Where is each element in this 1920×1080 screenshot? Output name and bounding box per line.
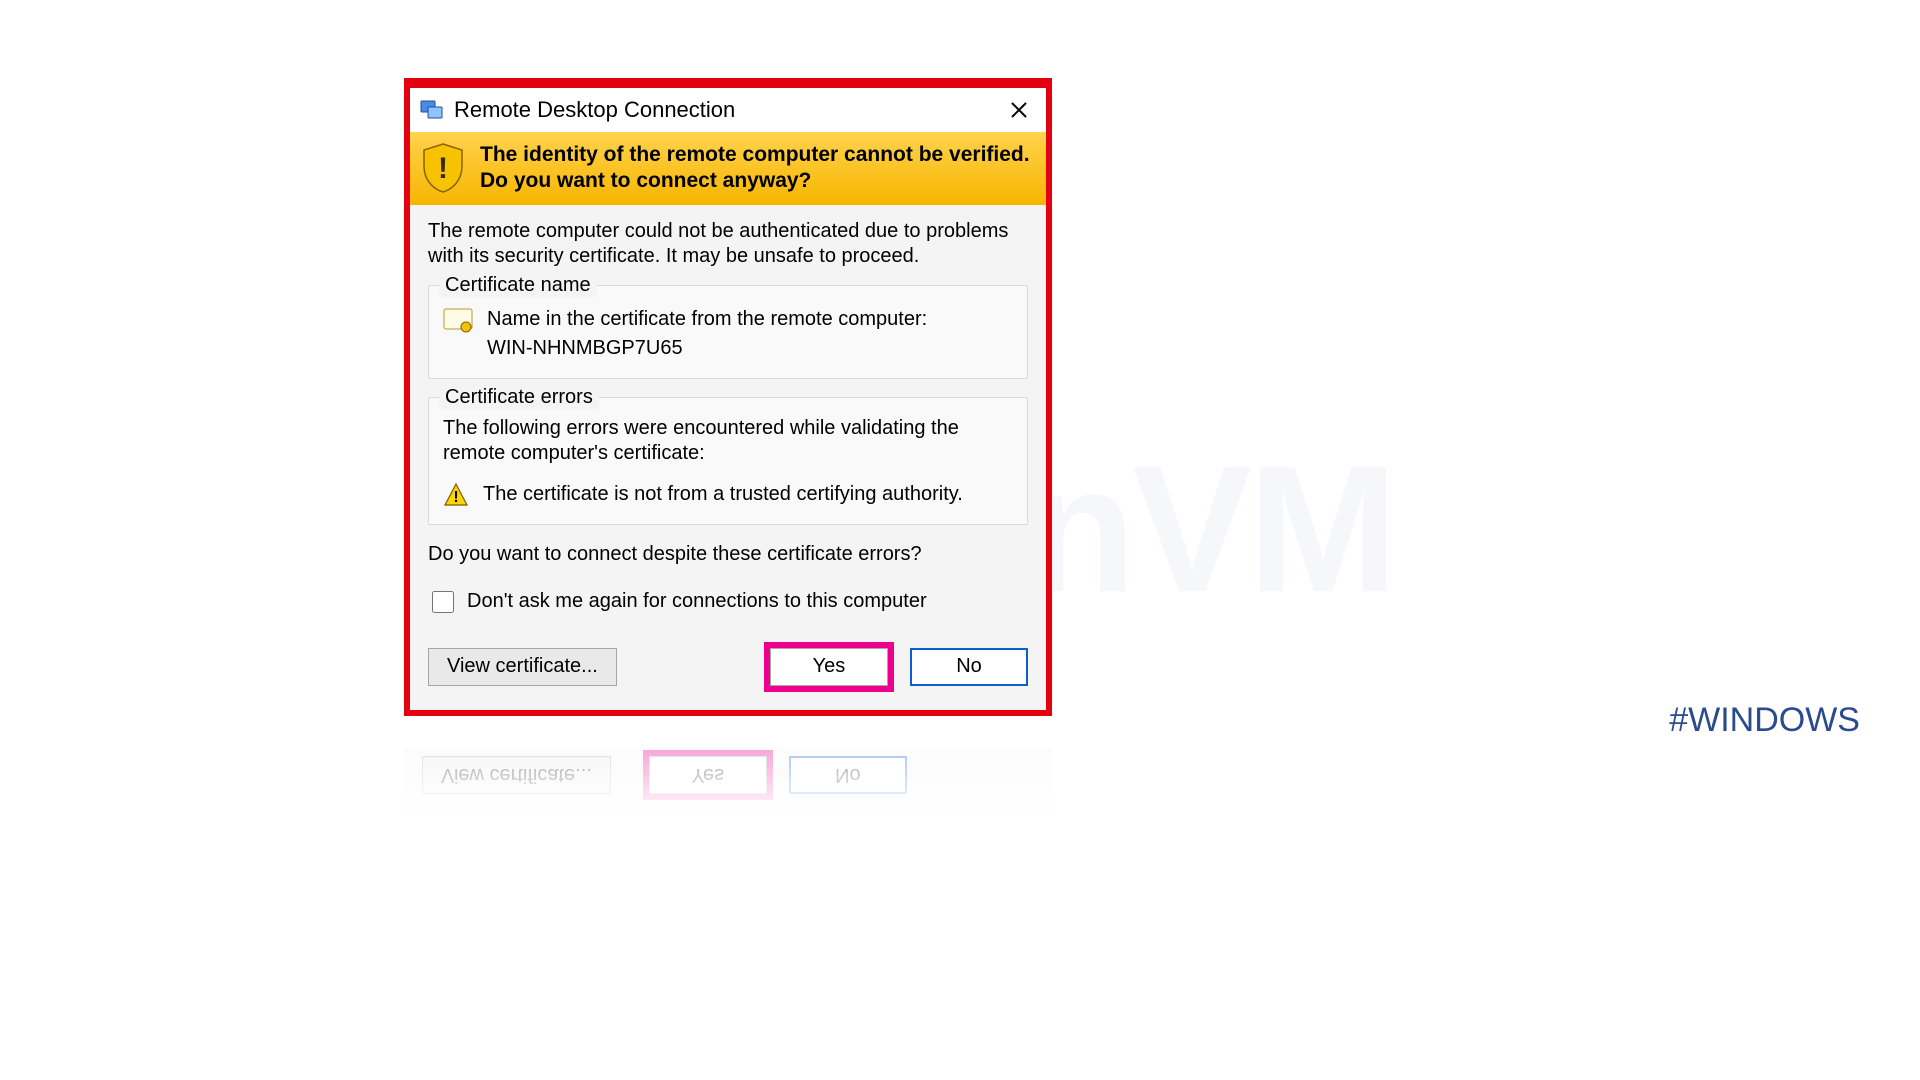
no-button[interactable]: No — [910, 648, 1028, 686]
close-icon — [1010, 101, 1028, 119]
certificate-name-value: WIN-NHNMBGP7U65 — [487, 335, 927, 362]
dialog-reflection: View certificate... Yes No — [404, 748, 1052, 818]
certificate-error-text: The certificate is not from a trusted ce… — [483, 483, 963, 506]
intro-text: The remote computer could not be authent… — [428, 219, 1028, 269]
svg-text:!: ! — [453, 489, 458, 506]
svg-text:!: ! — [438, 152, 448, 185]
yes-button[interactable]: Yes — [770, 648, 888, 686]
warning-banner-text: The identity of the remote computer cann… — [480, 142, 1032, 195]
warning-triangle-icon: ! — [443, 482, 469, 508]
dialog-body: The remote computer could not be authent… — [410, 205, 1046, 710]
certificate-name-label: Name in the certificate from the remote … — [487, 306, 927, 333]
certificate-icon — [443, 306, 473, 336]
titlebar: Remote Desktop Connection — [410, 88, 1046, 132]
certificate-name-legend: Certificate name — [439, 274, 597, 297]
view-certificate-button[interactable]: View certificate... — [428, 648, 617, 686]
connect-question: Do you want to connect despite these cer… — [428, 543, 1028, 566]
yes-button-highlight: Yes — [764, 642, 894, 692]
rdp-certificate-warning-dialog: Remote Desktop Connection ! The identity… — [404, 78, 1052, 716]
certificate-name-group: Certificate name Name in the certificate… — [428, 285, 1028, 379]
hashtag-label: #WINDOWS — [1669, 701, 1860, 740]
reflection-view-button: View certificate... — [422, 756, 611, 794]
certificate-errors-legend: Certificate errors — [439, 386, 599, 409]
dialog-button-row: View certificate... Yes No — [428, 642, 1028, 692]
close-button[interactable] — [998, 92, 1040, 128]
dont-ask-checkbox[interactable] — [432, 591, 454, 613]
reflection-no-button: No — [789, 756, 907, 794]
certificate-errors-group: Certificate errors The following errors … — [428, 397, 1028, 525]
certificate-errors-intro: The following errors were encountered wh… — [443, 416, 1013, 466]
warning-banner: ! The identity of the remote computer ca… — [410, 132, 1046, 205]
dont-ask-row: Don't ask me again for connections to th… — [428, 588, 1028, 616]
certificate-error-row: ! The certificate is not from a trusted … — [443, 482, 1013, 508]
rdp-app-icon — [420, 98, 444, 122]
dont-ask-label[interactable]: Don't ask me again for connections to th… — [467, 590, 927, 613]
dialog-title: Remote Desktop Connection — [454, 97, 998, 123]
reflection-yes-button: Yes — [649, 756, 767, 794]
shield-warning-icon: ! — [420, 142, 466, 194]
